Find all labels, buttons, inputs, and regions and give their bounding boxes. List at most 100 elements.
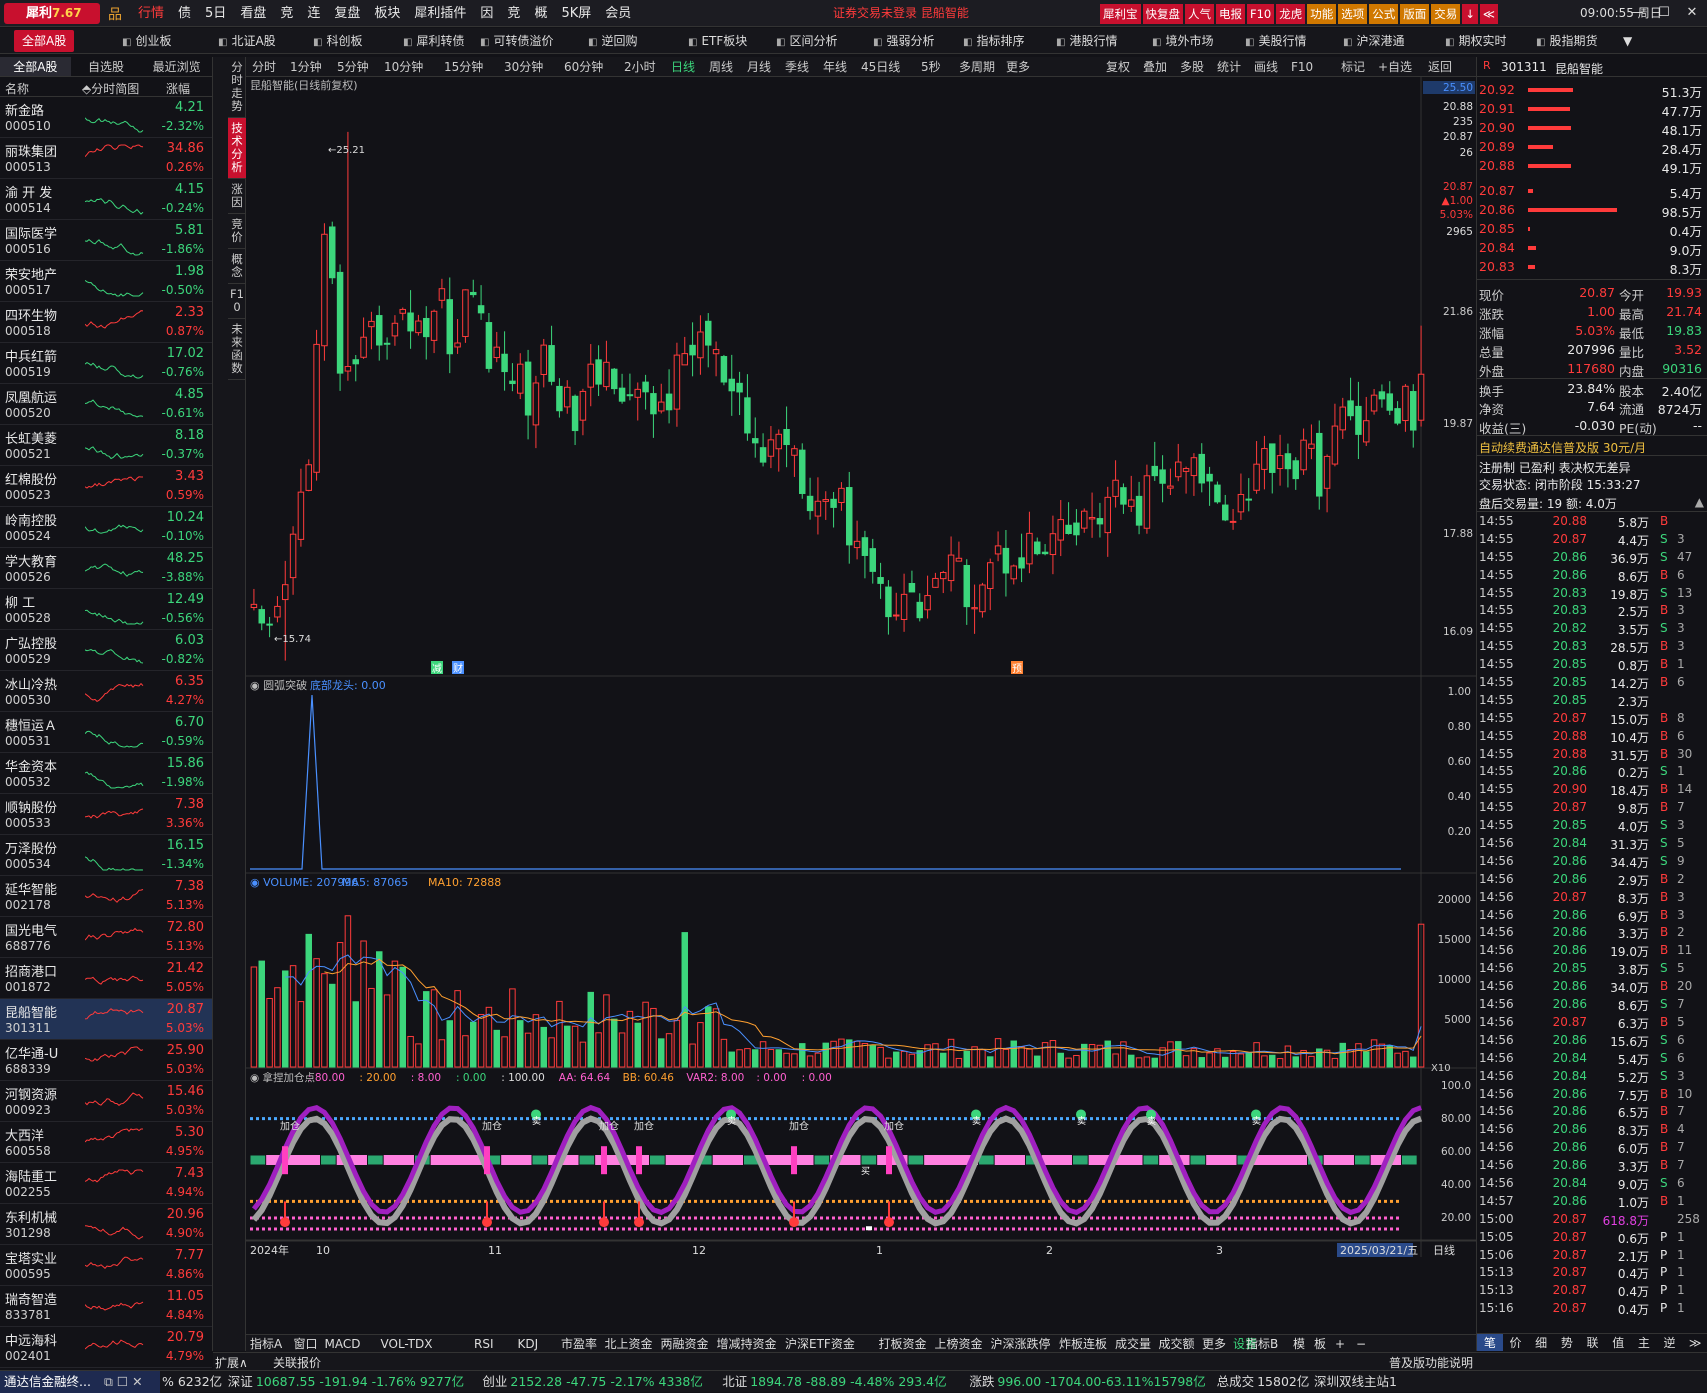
minimize-icon[interactable]: — <box>1625 3 1649 23</box>
tab-5[interactable]: ◧ 可转债溢价 <box>472 30 561 52</box>
quote-tab-3[interactable]: 势 <box>1554 1334 1580 1351</box>
tab-11[interactable]: ◧ 港股行情 <box>1048 30 1125 52</box>
stock-row[interactable]: 招商港口 001872 21.42 5.05% <box>0 958 212 999</box>
bid-row[interactable]: 20.86 98.5万 <box>1477 200 1707 220</box>
period-16[interactable]: 更多 <box>1006 57 1030 77</box>
stock-row[interactable]: 东利机械 301298 20.96 4.90% <box>0 1204 212 1245</box>
view-tab-0[interactable]: 分时走势 <box>228 57 246 118</box>
indicator-tab-23[interactable]: − <box>1356 1335 1366 1353</box>
list-tab-1[interactable]: 自选股 <box>71 57 142 76</box>
menu-item-2[interactable]: 5日 <box>205 6 226 21</box>
index-item[interactable]: 创业 2152.28 -47.75 -2.17% 4338亿 <box>482 1371 702 1393</box>
toolbar-button-12[interactable]: ≪ <box>1479 4 1498 24</box>
chart-tool-1[interactable]: 叠加 <box>1143 57 1167 77</box>
period-4[interactable]: 15分钟 <box>444 57 483 77</box>
index-item[interactable]: 深证 10687.55 -191.94 -1.76% 9277亿 <box>228 1371 464 1393</box>
stock-row[interactable]: 中远海科 002401 20.79 4.79% <box>0 1327 212 1368</box>
indicator-tab-19[interactable]: 指标B <box>1246 1335 1278 1353</box>
toolbar-button-10[interactable]: 交易 <box>1431 4 1461 24</box>
stock-row[interactable]: 国际医学 000516 5.81 -1.86% <box>0 220 212 261</box>
toolbar-button-3[interactable]: 电报 <box>1216 4 1245 24</box>
close-icon[interactable]: ✕ <box>1680 3 1704 23</box>
view-tab-6[interactable]: 未来函数 <box>228 319 246 380</box>
ask-row[interactable]: 20.88 49.1万 <box>1477 156 1707 176</box>
toolbar-button-9[interactable]: 版面 <box>1400 4 1430 24</box>
stock-row[interactable]: 荣安地产 000517 1.98 -0.50% <box>0 261 212 302</box>
period-12[interactable]: 年线 <box>823 57 847 77</box>
indicator-tab-14[interactable]: 炸板连板 <box>1059 1335 1107 1353</box>
indicator-tab-7[interactable]: 北上资金 <box>605 1335 653 1353</box>
col-chart[interactable]: ⬘分时简图 <box>82 80 139 97</box>
menu-item-1[interactable]: 债 <box>178 6 191 21</box>
indicator-tab-6[interactable]: 市盈率 <box>561 1335 597 1353</box>
menu-item-7[interactable]: 板块 <box>374 6 400 21</box>
menu-item-9[interactable]: 因 <box>480 6 493 21</box>
bid-row[interactable]: 20.85 0.4万 <box>1477 219 1707 239</box>
period-7[interactable]: 2小时 <box>624 57 656 77</box>
chart-tool-6[interactable]: 标记 <box>1341 57 1365 77</box>
indicator-tab-9[interactable]: 增减持资金 <box>717 1335 777 1353</box>
ask-row[interactable]: 20.89 28.4万 <box>1477 137 1707 157</box>
stock-row[interactable]: 四环生物 000518 2.33 0.87% <box>0 302 212 343</box>
stock-row[interactable]: 亿华通-U 688339 25.90 5.03% <box>0 1040 212 1081</box>
stock-row[interactable]: 新金路 000510 4.21 -2.32% <box>0 97 212 138</box>
view-tab-2[interactable]: 涨因 <box>228 179 246 214</box>
indicator-tab-4[interactable]: RSI <box>474 1335 494 1353</box>
index-item[interactable]: 北证 1894.78 -88.89 -4.48% 293.4亿 <box>722 1371 946 1393</box>
menu-item-3[interactable]: 看盘 <box>240 6 266 21</box>
toolbar-button-4[interactable]: F10 <box>1247 4 1275 24</box>
toolbar-button-8[interactable]: 公式 <box>1369 4 1399 24</box>
indicator-tab-5[interactable]: KDJ <box>518 1335 539 1353</box>
stock-row[interactable]: 广弘控股 000529 6.03 -0.82% <box>0 630 212 671</box>
indicator-tab-0[interactable]: 指标A <box>250 1335 282 1353</box>
quote-tab-8[interactable]: ≫ <box>1682 1334 1707 1351</box>
tab-14[interactable]: ◧ 沪深港通 <box>1335 30 1412 52</box>
period-3[interactable]: 10分钟 <box>384 57 423 77</box>
toolbar-button-11[interactable]: ↓ <box>1462 4 1478 24</box>
menu-item-12[interactable]: 5K屏 <box>561 6 591 21</box>
quote-tab-1[interactable]: 价 <box>1503 1334 1529 1351</box>
menu-item-0[interactable]: 行情 <box>138 6 164 21</box>
quote-tab-0[interactable]: 笔 <box>1477 1334 1503 1351</box>
extend-button[interactable]: 扩展∧ <box>215 1354 248 1371</box>
bid-row[interactable]: 20.84 9.0万 <box>1477 238 1707 258</box>
app-menu-icon[interactable]: 品 <box>108 4 130 23</box>
stock-row[interactable]: 国光电气 688776 72.80 5.13% <box>0 917 212 958</box>
stock-row[interactable]: 顺钠股份 000533 7.38 3.36% <box>0 794 212 835</box>
menu-item-5[interactable]: 连 <box>307 6 320 21</box>
indicator-tab-13[interactable]: 沪深涨跌停 <box>991 1335 1051 1353</box>
period-2[interactable]: 5分钟 <box>337 57 369 77</box>
indicator-tab-12[interactable]: 上榜资金 <box>935 1335 983 1353</box>
stock-row[interactable]: 河钢资源 000923 15.46 5.03% <box>0 1081 212 1122</box>
menu-item-8[interactable]: 犀利插件 <box>414 6 466 21</box>
list-tab-0[interactable]: 全部A股 <box>0 57 71 76</box>
chart-tool-4[interactable]: 画线 <box>1254 57 1278 77</box>
period-10[interactable]: 月线 <box>747 57 771 77</box>
chart-tool-5[interactable]: F10 <box>1291 57 1313 77</box>
tab-16[interactable]: ◧ 股指期货 <box>1528 30 1605 52</box>
linked-quote-button[interactable]: 关联报价 <box>273 1354 321 1371</box>
stock-row[interactable]: 学大教育 000526 48.25 -3.88% <box>0 548 212 589</box>
terminal-tab[interactable]: 通达信金融终... ⧉ ☐ ✕ <box>0 1371 160 1393</box>
menu-item-6[interactable]: 复盘 <box>334 6 360 21</box>
tab-4[interactable]: ◧ 犀利转债 <box>395 30 472 52</box>
stock-row[interactable]: 丽珠集团 000513 34.86 0.26% <box>0 138 212 179</box>
indicator-tab-15[interactable]: 成交量 <box>1115 1335 1151 1353</box>
menu-item-13[interactable]: 会员 <box>605 6 631 21</box>
menu-item-10[interactable]: 竞 <box>507 6 520 21</box>
ask-row[interactable]: 20.91 47.7万 <box>1477 99 1707 119</box>
scroll-up-icon[interactable]: ▲ <box>1695 495 1704 509</box>
indicator-tab-22[interactable]: + <box>1335 1335 1345 1353</box>
quote-tab-4[interactable]: 联 <box>1580 1334 1606 1351</box>
stock-row[interactable]: 宝塔实业 000595 7.77 4.86% <box>0 1245 212 1286</box>
ask-row[interactable]: 20.90 48.1万 <box>1477 118 1707 138</box>
stock-row[interactable]: 冰山冷热 000530 6.35 4.27% <box>0 671 212 712</box>
bid-row[interactable]: 20.87 5.4万 <box>1477 181 1707 201</box>
indicator-tab-20[interactable]: 模 <box>1293 1335 1305 1353</box>
chart-tool-8[interactable]: 返回 <box>1428 57 1452 77</box>
tab-3[interactable]: ◧ 科创板 <box>305 30 370 52</box>
stock-row[interactable]: 昆船智能 301311 20.87 5.03% <box>0 999 212 1040</box>
quote-tab-2[interactable]: 细 <box>1528 1334 1554 1351</box>
indicator-tab-1[interactable]: 窗口 <box>294 1335 318 1353</box>
indicator-tab-3[interactable]: VOL-TDX <box>381 1335 433 1353</box>
